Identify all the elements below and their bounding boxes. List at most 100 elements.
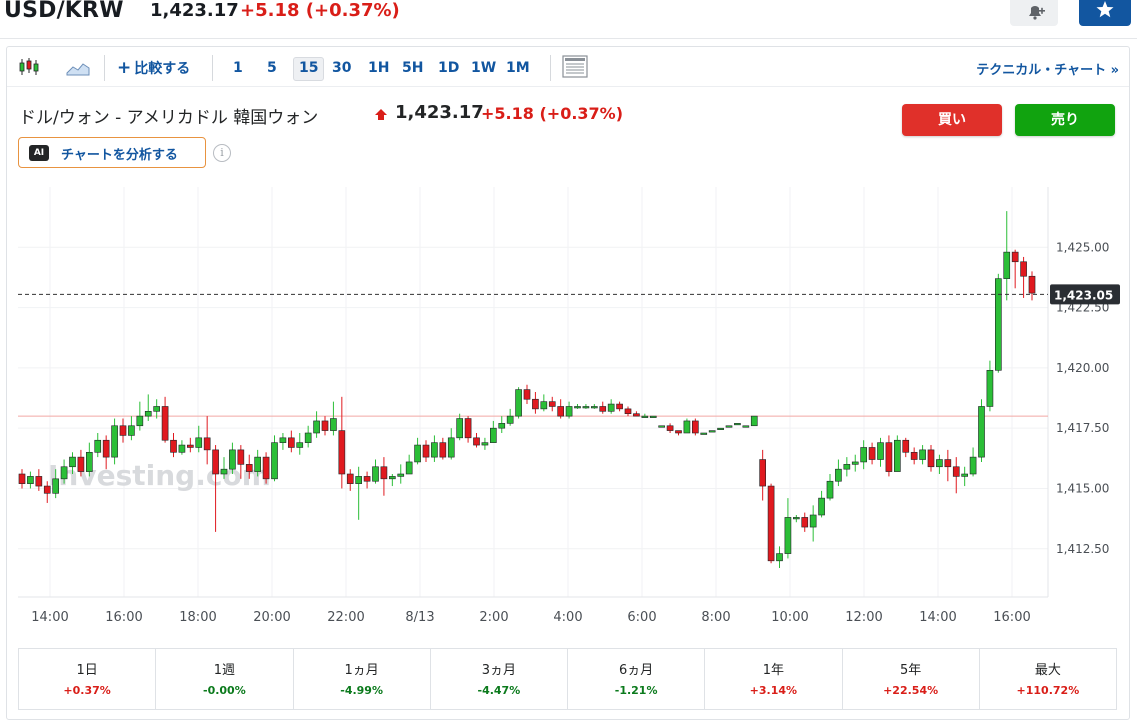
candle-down xyxy=(532,398,539,410)
candle-up xyxy=(60,466,68,480)
y-tick-label: 1,415.00 xyxy=(1056,481,1109,495)
candle-up xyxy=(447,437,455,458)
technical-chart-link[interactable]: テクニカル・チャート » xyxy=(976,59,1119,78)
candle-up xyxy=(591,406,598,409)
x-tick-label: 14:00 xyxy=(919,610,956,625)
candle-up xyxy=(128,425,135,436)
performance-cell[interactable]: 1週 -0.00% xyxy=(156,649,294,709)
candle-down xyxy=(338,430,346,475)
watchlist-star-button[interactable] xyxy=(1079,0,1131,26)
candle-up xyxy=(431,442,438,458)
candle-down xyxy=(759,459,766,487)
candle-down xyxy=(767,485,775,562)
interval-1h[interactable]: 1H xyxy=(362,57,395,81)
candle-up xyxy=(717,427,724,430)
candle-up xyxy=(69,456,76,468)
candle-up xyxy=(860,447,867,463)
candle-down xyxy=(666,425,674,431)
candle-up xyxy=(304,432,312,443)
table-layout-icon xyxy=(562,55,588,78)
toolbar-separator xyxy=(104,55,105,81)
x-tick-label: 20:00 xyxy=(253,610,290,625)
candle-down xyxy=(288,437,295,448)
candle-down xyxy=(801,517,809,528)
interval-1d[interactable]: 1D xyxy=(432,57,465,81)
compare-button[interactable]: + 比較する xyxy=(117,58,190,78)
candle-down xyxy=(203,437,211,451)
y-tick-label: 1,425.00 xyxy=(1056,240,1109,254)
candle-down xyxy=(422,444,430,458)
buy-button[interactable]: 買い xyxy=(902,104,1002,136)
price-chart[interactable]: Investing.com 1,425.00 1,422.50 1,420.00 1,4… xyxy=(18,187,1122,627)
candle-up xyxy=(136,415,144,427)
performance-cell[interactable]: 5年 +22.54% xyxy=(843,649,980,709)
candle-up xyxy=(456,418,463,439)
performance-change: +3.14% xyxy=(749,684,798,697)
candle-up xyxy=(414,444,421,463)
candle-up xyxy=(86,451,93,472)
performance-change: -4.47% xyxy=(477,684,521,697)
bell-plus-icon xyxy=(1029,6,1045,20)
performance-period: 1日 xyxy=(76,663,98,678)
interval-5h[interactable]: 5H xyxy=(396,57,429,81)
candle-up xyxy=(877,442,884,460)
candle-up xyxy=(574,406,581,409)
add-alert-button[interactable] xyxy=(1010,0,1058,26)
analyze-chart-button[interactable]: AI チャートを分析する xyxy=(18,137,206,168)
last-price-label: 1,423.05 xyxy=(1054,288,1113,302)
performance-period: 1ヵ月 xyxy=(344,663,379,678)
candle-up xyxy=(229,449,236,470)
candle-up xyxy=(389,476,396,480)
x-tick-label: 8/13 xyxy=(405,610,434,625)
candle-up xyxy=(725,425,733,428)
info-icon[interactable]: i xyxy=(213,144,231,162)
candlestick-chart[interactable]: Investing.com1,425.001,422.501,420.001,4… xyxy=(18,187,1122,627)
candle-up xyxy=(111,425,118,458)
header-change-value: +5.18 xyxy=(240,0,300,21)
interval-5[interactable]: 5 xyxy=(261,57,283,81)
y-tick-label: 1,412.50 xyxy=(1056,542,1109,556)
candle-up xyxy=(296,442,304,448)
x-tick-label: 16:00 xyxy=(105,610,142,625)
candlestick-type-button[interactable] xyxy=(15,53,45,81)
area-chart-type-button[interactable] xyxy=(63,53,93,81)
performance-change: -1.21% xyxy=(614,684,658,697)
performance-cell[interactable]: 最大 +110.72% xyxy=(980,649,1116,709)
performance-period: 5年 xyxy=(899,663,922,678)
performance-cell[interactable]: 6ヵ月 -1.21% xyxy=(568,649,706,709)
performance-cell[interactable]: 1日 +0.37% xyxy=(19,649,157,709)
candle-up xyxy=(515,389,522,417)
analyze-chart-label: チャートを分析する xyxy=(61,148,178,163)
candle-down xyxy=(599,406,607,412)
interval-30[interactable]: 30 xyxy=(326,57,357,81)
layout-settings-button[interactable] xyxy=(560,53,590,81)
sell-button[interactable]: 売り xyxy=(1015,104,1115,136)
interval-1m[interactable]: 1M xyxy=(500,57,536,81)
candle-down xyxy=(868,447,876,460)
candle-down xyxy=(346,473,354,484)
performance-cell[interactable]: 1年 +3.14% xyxy=(705,649,843,709)
performance-cell[interactable]: 3ヵ月 -4.47% xyxy=(431,649,568,709)
candle-up xyxy=(220,468,228,475)
y-tick-label: 1,417.50 xyxy=(1056,421,1109,435)
performance-change: -4.99% xyxy=(340,684,383,697)
candle-up xyxy=(397,473,405,477)
candle-up xyxy=(94,439,102,453)
top-header: USD/KRW 1,423.17 +5.18 (+0.37%) xyxy=(0,0,1137,38)
candle-down xyxy=(363,476,371,482)
header-price: 1,423.17 xyxy=(150,0,239,21)
candle-up xyxy=(995,278,1002,371)
header-change: +5.18 (+0.37%) xyxy=(240,0,400,21)
performance-cell[interactable]: 1ヵ月 -4.99% xyxy=(294,649,431,709)
candle-down xyxy=(927,449,935,468)
candle-up xyxy=(894,439,901,472)
candle-down xyxy=(77,456,85,472)
interval-1w[interactable]: 1W xyxy=(465,57,502,81)
interval-1[interactable]: 1 xyxy=(227,57,249,81)
candle-down xyxy=(616,403,623,410)
candle-down xyxy=(43,485,51,494)
interval-15[interactable]: 15 xyxy=(293,57,325,81)
candle-down xyxy=(944,459,952,468)
pair-full-name: ドル/ウォン - アメリカドル 韓国ウォン xyxy=(19,108,319,128)
candle-down xyxy=(18,473,26,484)
